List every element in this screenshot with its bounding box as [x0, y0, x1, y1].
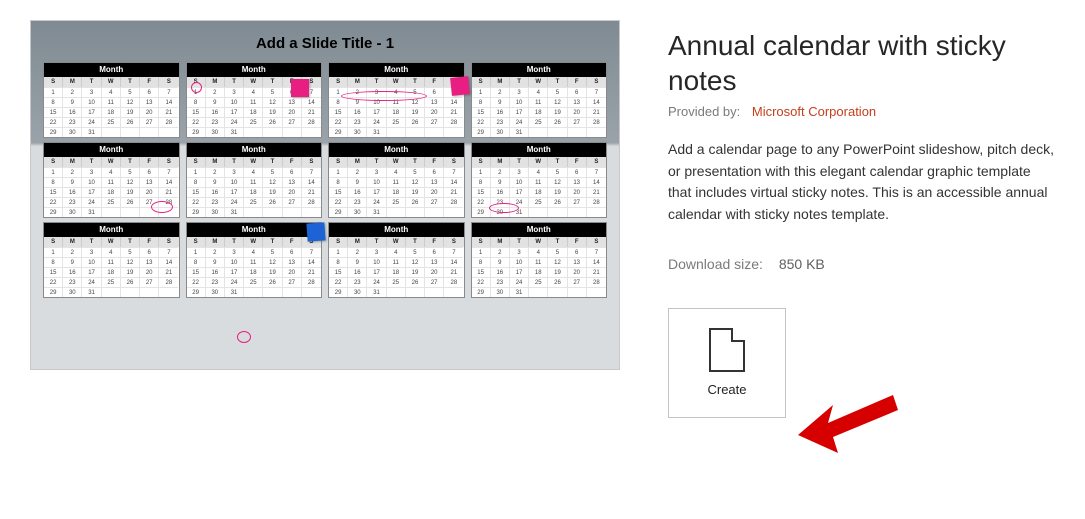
mini-calendar-body: 1234567891011121314151617181920212223242… — [329, 247, 464, 297]
mini-calendar-dow: SMTWTFS — [44, 237, 179, 247]
mini-calendar: MonthSMTWTFS1234567891011121314151617181… — [186, 222, 323, 298]
mini-calendar-body: 1234567891011121314151617181920212223242… — [187, 247, 322, 297]
mini-calendar-header: Month — [329, 63, 464, 77]
highlight-oval — [237, 331, 251, 343]
sticky-note-pink — [291, 79, 309, 97]
mini-calendar-dow: SMTWTFS — [329, 77, 464, 87]
mini-calendar-header: Month — [187, 143, 322, 157]
mini-calendar-body: 1234567891011121314151617181920212223242… — [44, 87, 179, 137]
mini-calendar-dow: SMTWTFS — [329, 237, 464, 247]
mini-calendar: MonthSMTWTFS1234567891011121314151617181… — [43, 222, 180, 298]
mini-calendar-header: Month — [187, 63, 322, 77]
mini-calendar-dow: SMTWTFS — [187, 157, 322, 167]
mini-calendar-header: Month — [44, 223, 179, 237]
sticky-note-pink — [450, 76, 470, 96]
provided-by-label: Provided by: — [668, 104, 740, 119]
template-description: Add a calendar page to any PowerPoint sl… — [668, 139, 1055, 226]
mini-calendar-dow: SMTWTFS — [187, 237, 322, 247]
mini-calendar-dow: SMTWTFS — [44, 77, 179, 87]
create-button-label: Create — [707, 382, 746, 397]
arrow-icon — [798, 375, 908, 455]
download-size-label: Download size: — [668, 256, 763, 272]
mini-calendar-body: 1234567891011121314151617181920212223242… — [187, 167, 322, 217]
highlight-oval — [341, 91, 427, 101]
mini-calendar-dow: SMTWTFS — [472, 77, 607, 87]
highlight-oval — [191, 82, 202, 93]
mini-calendar: MonthSMTWTFS1234567891011121314151617181… — [186, 62, 323, 138]
download-size-value: 850 KB — [779, 256, 825, 272]
template-title: Annual calendar with sticky notes — [668, 28, 1055, 98]
mini-calendar-header: Month — [472, 63, 607, 77]
mini-calendar-body: 1234567891011121314151617181920212223242… — [329, 167, 464, 217]
mini-calendar-header: Month — [329, 223, 464, 237]
mini-calendar-dow: SMTWTFS — [44, 157, 179, 167]
mini-calendar: MonthSMTWTFS1234567891011121314151617181… — [471, 222, 608, 298]
provided-by-row: Provided by: Microsoft Corporation — [668, 104, 1055, 119]
mini-calendar: MonthSMTWTFS1234567891011121314151617181… — [186, 142, 323, 218]
template-preview-thumbnail: Add a Slide Title - 1 MonthSMTWTFS123456… — [30, 20, 620, 370]
download-size-row: Download size: 850 KB — [668, 256, 1055, 272]
mini-calendar-header: Month — [187, 223, 322, 237]
mini-calendar-header: Month — [472, 223, 607, 237]
mini-calendar: MonthSMTWTFS1234567891011121314151617181… — [328, 222, 465, 298]
mini-calendar-body: 1234567891011121314151617181920212223242… — [472, 87, 607, 137]
mini-calendar-body: 1234567891011121314151617181920212223242… — [472, 247, 607, 297]
mini-calendar-header: Month — [44, 63, 179, 77]
mini-calendar-body: 1234567891011121314151617181920212223242… — [44, 247, 179, 297]
provided-by-link[interactable]: Microsoft Corporation — [752, 104, 876, 119]
template-details-panel: Annual calendar with sticky notes Provid… — [668, 20, 1055, 418]
mini-calendar-header: Month — [472, 143, 607, 157]
mini-calendar: MonthSMTWTFS1234567891011121314151617181… — [328, 142, 465, 218]
mini-calendar-header: Month — [329, 143, 464, 157]
mini-calendar-header: Month — [44, 143, 179, 157]
highlight-oval — [489, 203, 519, 213]
annotation-arrow — [798, 375, 908, 460]
mini-calendar-dow: SMTWTFS — [472, 157, 607, 167]
new-document-icon — [709, 328, 745, 372]
mini-calendar-dow: SMTWTFS — [472, 237, 607, 247]
slide-title-placeholder: Add a Slide Title - 1 — [39, 29, 611, 62]
create-button[interactable]: Create — [668, 308, 786, 418]
mini-calendar: MonthSMTWTFS1234567891011121314151617181… — [43, 62, 180, 138]
mini-calendar-dow: SMTWTFS — [329, 157, 464, 167]
highlight-oval — [151, 201, 173, 213]
calendar-grid: MonthSMTWTFS1234567891011121314151617181… — [39, 62, 611, 298]
sticky-note-blue — [306, 222, 325, 241]
mini-calendar: MonthSMTWTFS1234567891011121314151617181… — [471, 62, 608, 138]
